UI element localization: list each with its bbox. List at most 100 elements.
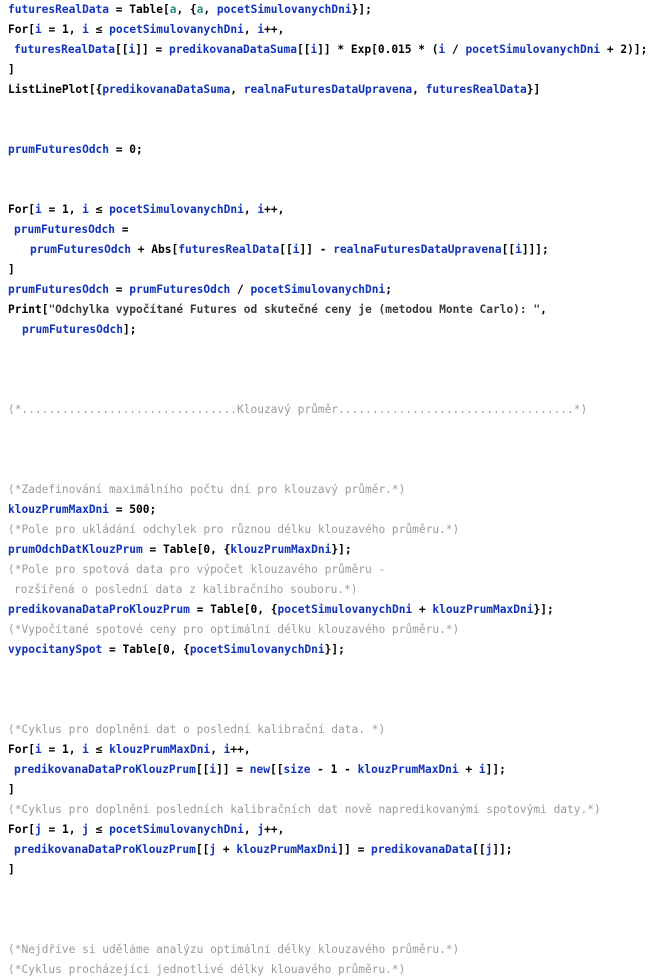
number-literal: 1 [61, 203, 69, 216]
symbol: prumFuturesOdch [8, 143, 110, 156]
code-line: predikovanaDataProKlouzPrum[[j + klouzPr… [0, 840, 649, 860]
operator: ] [8, 783, 15, 796]
operator: ≤ [88, 823, 110, 836]
code-line: ] [0, 60, 649, 80]
cell-gap [0, 880, 649, 940]
operator: [[ [195, 763, 210, 776]
builtin-function: Table [122, 643, 157, 656]
operator: }]; [324, 643, 345, 656]
symbol: i [515, 243, 522, 256]
operator: [[ [501, 243, 516, 256]
symbol: pocetSimulovanychDni [109, 823, 244, 836]
operator: [[ [115, 43, 129, 56]
symbol: i [34, 743, 42, 756]
operator: ] [8, 263, 15, 276]
symbol: prumFuturesOdch [22, 323, 124, 336]
operator: ]] - [299, 243, 334, 256]
symbol: prumFuturesOdch [8, 283, 110, 296]
operator: , { [176, 3, 197, 16]
number-literal: 0 [129, 143, 137, 156]
symbol: pocetSimulovanychDni [250, 283, 386, 296]
operator: ]] = [135, 43, 169, 56]
operator: + [216, 843, 237, 856]
symbol: futuresRealData [425, 83, 527, 96]
symbol: prumFuturesOdch [129, 283, 231, 296]
symbol: pocetSimulovanychDni [109, 23, 244, 36]
builtin-function: For [8, 203, 29, 216]
operator: , [540, 303, 547, 316]
code-line: prumFuturesOdch = prumFuturesOdch / poce… [0, 280, 649, 300]
operator: - [337, 763, 358, 776]
operator: ++, [264, 203, 285, 216]
operator: , [243, 203, 258, 216]
symbol: predikovanaDataProKlouzPrum [14, 843, 196, 856]
operator: , { [169, 643, 190, 656]
operator: [ [162, 3, 170, 16]
code-line: ] [0, 260, 649, 280]
operator: = [142, 543, 163, 556]
builtin-function: Abs [151, 243, 172, 256]
comment-line: rozšířená o poslední data z kalibračního… [14, 583, 358, 596]
builtin-function: Print [8, 303, 42, 316]
builtin-function: Exp [350, 43, 372, 56]
comment-line: (*................................Klouza… [8, 403, 588, 416]
symbol: predikovanaDataProKlouzPrum [14, 763, 196, 776]
operator: = [109, 143, 130, 156]
cell-klouz-prum-definice[interactable]: (*Zadefinování maximálního počtu dní pro… [0, 480, 649, 660]
operator: , [203, 3, 217, 16]
operator: [{ [88, 83, 103, 96]
code-line: prumFuturesOdch = [0, 220, 649, 240]
operator: = [41, 823, 62, 836]
operator: [ [243, 603, 251, 616]
operator: + [412, 603, 433, 616]
operator: [ [28, 203, 35, 216]
symbol: vypocitanySpot [8, 643, 103, 656]
symbol: prumFuturesOdch [30, 243, 132, 256]
code-line: For[i = 1, i ≤ pocetSimulovanychDni, i++… [0, 20, 649, 40]
builtin-function: For [8, 743, 29, 756]
symbol: i [82, 203, 89, 216]
operator: = [102, 643, 123, 656]
cell-futures-real-data[interactable]: futuresRealData = Table[a, {a, pocetSimu… [0, 0, 649, 100]
operator: , { [257, 603, 278, 616]
number-literal: 1 [61, 743, 69, 756]
operator: ≤ [88, 23, 110, 36]
operator: }]; [351, 3, 372, 16]
cell-separator-klouzavy-prumer[interactable]: (*................................Klouza… [0, 400, 649, 420]
operator: , [210, 743, 224, 756]
symbol: klouzPrumMaxDni [8, 503, 110, 516]
symbol: i [478, 763, 486, 776]
code-line: ] [0, 860, 649, 880]
cell-analyza-optimalni-delky[interactable]: (*Nejdříve si uděláme analýzu optimální … [0, 940, 649, 980]
symbol: realnaFuturesDataUpravena [333, 243, 502, 256]
comment-line: (*Vypočítané spotové ceny pro optimální … [8, 623, 460, 636]
code-line: klouzPrumMaxDni = 500; [0, 500, 649, 520]
cell-prum-futures-odch-loop[interactable]: For[i = 1, i ≤ pocetSimulovanychDni, i++… [0, 200, 649, 340]
symbol: futuresRealData [14, 43, 116, 56]
operator: , [243, 823, 258, 836]
symbol: predikovanaDataProKlouzPrum [8, 603, 190, 616]
operator: / [230, 283, 251, 296]
cell-gap [0, 100, 649, 140]
symbol: klouzPrumMaxDni [230, 543, 332, 556]
cell-doplneni-dat[interactable]: (*Cyklus pro doplnění dat o poslední kal… [0, 720, 649, 880]
comment-line: (*Cyklus pro doplnění dat o poslední kal… [8, 723, 386, 736]
cell-prum-futures-odch[interactable]: prumFuturesOdch = 0; [0, 140, 649, 160]
operator: , [68, 823, 83, 836]
code-line: futuresRealData[[i]] = predikovanaDataSu… [0, 40, 649, 60]
symbol: realnaFuturesDataUpravena [243, 83, 413, 96]
operator: = [109, 503, 130, 516]
comment-line: (*Cyklus pro doplnění posledních kalibra… [8, 803, 601, 816]
symbol: i [292, 243, 300, 256]
code-line: ListLinePlot[{predikovanaDataSuma, realn… [0, 80, 649, 100]
code-line: For[j = 1, j ≤ pocetSimulovanychDni, j++… [0, 820, 649, 840]
operator: , [243, 23, 258, 36]
operator: = [41, 743, 62, 756]
string-literal: "Odchylka vypočítané Futures od skutečné… [48, 303, 541, 316]
symbol: futuresRealData [8, 3, 110, 16]
operator: ≤ [88, 743, 110, 756]
operator: [[ [472, 843, 486, 856]
symbol: size [283, 763, 311, 776]
operator: , [230, 83, 244, 96]
operator: }]; [533, 603, 554, 616]
